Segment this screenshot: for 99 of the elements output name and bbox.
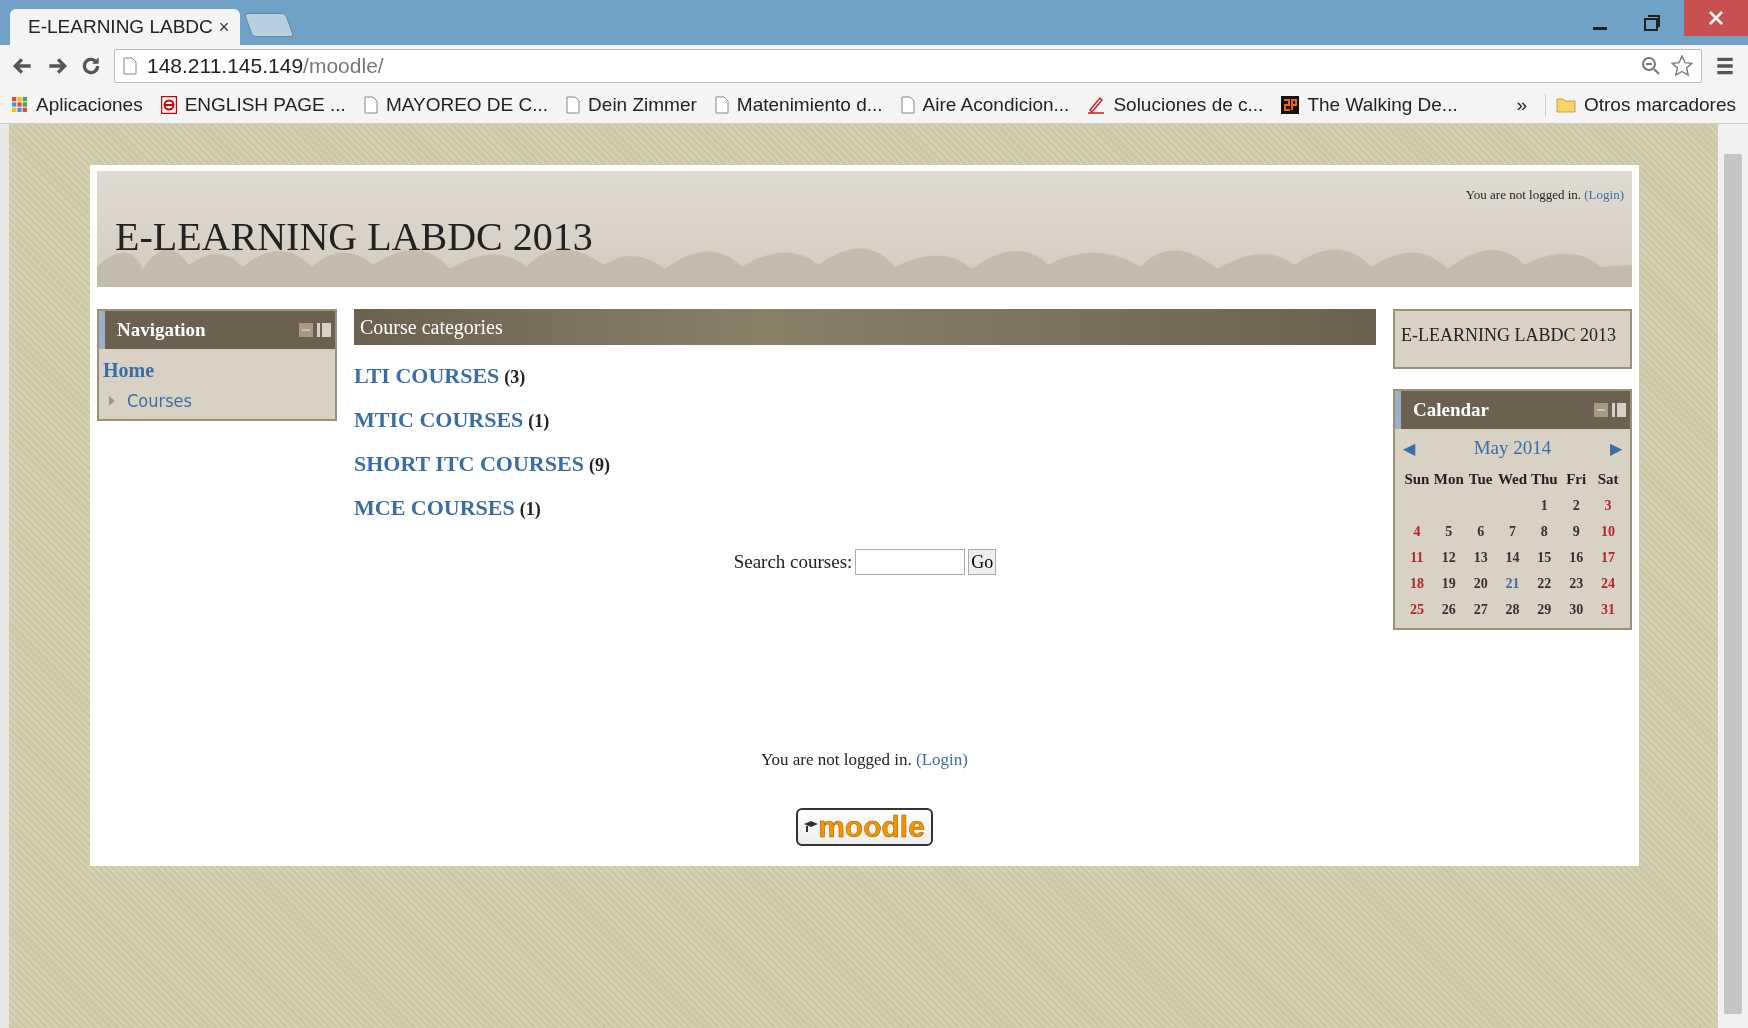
calendar-day[interactable]: 3 bbox=[1592, 498, 1624, 514]
folder-icon bbox=[1555, 97, 1576, 113]
back-icon[interactable] bbox=[12, 55, 34, 77]
weekday-label: Tue bbox=[1467, 471, 1494, 488]
calendar-day[interactable]: 10 bbox=[1592, 524, 1624, 540]
next-month-link[interactable]: ▶ bbox=[1610, 438, 1622, 458]
page-icon bbox=[566, 96, 581, 114]
calendar-day[interactable]: 26 bbox=[1432, 602, 1465, 618]
close-icon bbox=[1709, 11, 1723, 25]
zoom-icon[interactable] bbox=[1641, 56, 1661, 76]
calendar-day[interactable]: 9 bbox=[1560, 524, 1593, 540]
calendar-day[interactable]: 6 bbox=[1464, 524, 1497, 540]
dock-icon[interactable] bbox=[317, 323, 331, 337]
nav-home-link[interactable]: Home bbox=[103, 359, 331, 382]
dock-icon[interactable] bbox=[1612, 403, 1626, 417]
course-count: (3) bbox=[504, 367, 526, 388]
block-title: Calendar bbox=[1413, 399, 1489, 421]
weekday-label: Thu bbox=[1530, 471, 1559, 488]
calendar-day[interactable]: 5 bbox=[1432, 524, 1465, 540]
page-icon bbox=[123, 57, 137, 75]
calendar-day[interactable]: 16 bbox=[1560, 550, 1593, 566]
login-link[interactable]: (Login) bbox=[1584, 187, 1624, 202]
bookmark[interactable]: MAYOREO DE C... bbox=[363, 94, 549, 116]
site-name: E-LEARNING LABDC 2013 bbox=[1401, 325, 1616, 345]
calendar-day[interactable]: 21 bbox=[1496, 576, 1529, 592]
bookmark[interactable]: Aplicaciones bbox=[12, 94, 143, 116]
nav-courses-link[interactable]: Courses bbox=[127, 390, 192, 411]
login-status-text: You are not logged in. (Login) bbox=[761, 750, 968, 770]
login-link[interactable]: (Login) bbox=[916, 750, 968, 769]
calendar-day[interactable]: 14 bbox=[1496, 550, 1529, 566]
calendar-day[interactable]: 15 bbox=[1528, 550, 1561, 566]
sp-logo-icon bbox=[1281, 96, 1300, 114]
category-link[interactable]: MCE COURSES bbox=[354, 495, 515, 521]
page-icon bbox=[363, 96, 378, 114]
bookmark[interactable]: ENGLISH PAGE ... bbox=[160, 94, 346, 116]
category-link[interactable]: MTIC COURSES bbox=[354, 407, 524, 433]
calendar-day[interactable]: 23 bbox=[1560, 576, 1593, 592]
month-title: May 2014 bbox=[1473, 437, 1552, 459]
section-heading: Course categories bbox=[354, 309, 1376, 345]
course-count: (9) bbox=[588, 455, 610, 476]
go-button[interactable]: Go bbox=[968, 549, 997, 575]
login-status-text: You are not logged in. (Login) bbox=[1464, 186, 1625, 203]
weekday-label: Mon bbox=[1432, 471, 1465, 488]
category-link[interactable]: SHORT ITC COURSES bbox=[354, 451, 584, 477]
calendar-day[interactable]: 12 bbox=[1432, 550, 1465, 566]
new-tab-button[interactable] bbox=[243, 13, 295, 37]
apps-grid-icon bbox=[12, 97, 28, 113]
weekday-label: Sat bbox=[1596, 471, 1620, 488]
weekday-label: Sun bbox=[1403, 471, 1431, 488]
calendar-day[interactable]: 27 bbox=[1464, 602, 1497, 618]
bookmark[interactable]: Soluciones de c... bbox=[1087, 94, 1264, 116]
weekday-label: Fri bbox=[1565, 471, 1588, 488]
course-count: (1) bbox=[528, 411, 550, 432]
calendar-day[interactable]: 18 bbox=[1401, 576, 1433, 592]
search-label: Search courses: bbox=[733, 551, 853, 573]
calendar-day[interactable]: 29 bbox=[1528, 602, 1561, 618]
e-logo-icon bbox=[160, 96, 177, 114]
bookmark[interactable]: The Walking De... bbox=[1281, 94, 1458, 116]
calendar-day[interactable]: 7 bbox=[1496, 524, 1529, 540]
calendar-day[interactable]: 1 bbox=[1528, 498, 1561, 514]
calendar-day[interactable]: 11 bbox=[1401, 550, 1433, 566]
calendar-day[interactable]: 8 bbox=[1528, 524, 1561, 540]
calendar-day[interactable]: 19 bbox=[1432, 576, 1465, 592]
page-icon bbox=[900, 96, 915, 114]
reload-icon[interactable] bbox=[80, 55, 102, 77]
calendar-day[interactable]: 13 bbox=[1464, 550, 1497, 566]
page-icon bbox=[714, 96, 729, 114]
site-title: E-LEARNING LABDC 2013 bbox=[115, 213, 593, 260]
forward-icon[interactable] bbox=[46, 55, 68, 77]
browser-tab[interactable]: E-LEARNING LABDC × bbox=[10, 9, 240, 45]
search-field[interactable] bbox=[855, 549, 966, 575]
signature-icon bbox=[1087, 96, 1106, 114]
calendar-day[interactable]: 4 bbox=[1401, 524, 1433, 540]
scrollbar[interactable] bbox=[1718, 124, 1748, 1028]
calendar-day[interactable]: 17 bbox=[1592, 550, 1624, 566]
maximize-icon[interactable] bbox=[1642, 12, 1662, 33]
bookmark[interactable]: Aire Acondicion... bbox=[900, 94, 1070, 116]
calendar-day[interactable]: 24 bbox=[1592, 576, 1624, 592]
weekday-label: Wed bbox=[1496, 471, 1529, 488]
previous-month-link[interactable]: ◀ bbox=[1403, 438, 1415, 458]
close-button[interactable] bbox=[1684, 0, 1748, 36]
bookmark-folder[interactable]: Otros marcadores bbox=[1544, 94, 1736, 116]
block-title: Navigation bbox=[117, 319, 206, 341]
address-bar[interactable]: 148.211.145.149/moodle/ bbox=[114, 49, 1702, 83]
bookmark[interactable]: Dein Zimmer bbox=[566, 94, 697, 116]
calendar-day[interactable]: 30 bbox=[1560, 602, 1593, 618]
bookmark[interactable]: Matenimiento d... bbox=[714, 94, 883, 116]
calendar-day[interactable]: 31 bbox=[1592, 602, 1624, 618]
calendar-day[interactable]: 2 bbox=[1560, 498, 1593, 514]
course-count: (1) bbox=[519, 499, 541, 520]
graduation-cap-icon bbox=[804, 820, 819, 834]
more-bookmarks-button[interactable]: » bbox=[1516, 94, 1527, 116]
calendar-day[interactable]: 25 bbox=[1401, 602, 1433, 618]
menu-icon[interactable] bbox=[1714, 55, 1736, 77]
calendar-day[interactable]: 28 bbox=[1496, 602, 1529, 618]
calendar-day[interactable]: 22 bbox=[1528, 576, 1561, 592]
calendar-day[interactable]: 20 bbox=[1464, 576, 1497, 592]
category-link[interactable]: LTI COURSES bbox=[354, 363, 500, 389]
star-icon[interactable] bbox=[1671, 55, 1693, 77]
